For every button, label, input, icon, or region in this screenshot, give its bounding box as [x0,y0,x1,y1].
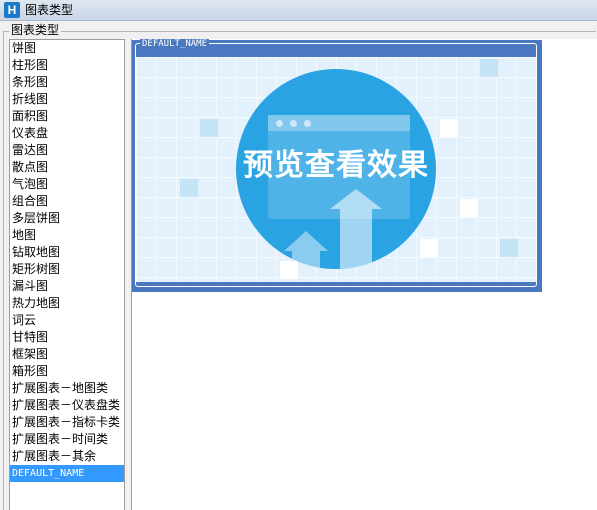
decor-square [440,119,458,137]
preview-image: 预览查看效果 [136,57,536,282]
preview-group-label: DEFAULT_NAME [140,39,210,49]
preview-text: 预览查看效果 [243,148,429,183]
list-item[interactable]: 扩展图表－指标卡类 [10,414,124,431]
list-item[interactable]: 框架图 [10,346,124,363]
list-item[interactable]: 扩展图表－其余 [10,448,124,465]
list-item[interactable]: 甘特图 [10,329,124,346]
list-item[interactable]: 仪表盘 [10,125,124,142]
list-item[interactable]: 热力地图 [10,295,124,312]
list-item[interactable]: 漏斗图 [10,278,124,295]
list-item[interactable]: 扩展图表－时间类 [10,431,124,448]
list-item[interactable]: 面积图 [10,108,124,125]
list-item[interactable]: 饼图 [10,40,124,57]
decor-square [480,59,498,77]
preview-badge: 预览查看效果 [236,69,436,269]
list-item[interactable]: 条形图 [10,74,124,91]
list-item[interactable]: 折线图 [10,91,124,108]
list-item[interactable]: 矩形树图 [10,261,124,278]
list-item[interactable]: 柱形图 [10,57,124,74]
chart-type-list[interactable]: 饼图 柱形图 条形图 折线图 面积图 仪表盘 雷达图 散点图 气泡图 组合图 多… [9,39,125,510]
window-title: 图表类型 [25,3,74,17]
list-item[interactable]: 多层饼图 [10,210,124,227]
list-item[interactable]: 钻取地图 [10,244,124,261]
list-item[interactable]: 箱形图 [10,363,124,380]
list-item-selected[interactable]: DEFAULT_NAME [10,465,124,482]
window-titlebar: H 图表类型 [0,0,597,21]
list-item[interactable]: 气泡图 [10,176,124,193]
list-item[interactable]: 地图 [10,227,124,244]
list-item[interactable]: 组合图 [10,193,124,210]
decor-square [200,119,218,137]
app-logo-icon: H [4,2,20,18]
decor-square [460,199,478,217]
list-item[interactable]: 散点图 [10,159,124,176]
decor-square [500,239,518,257]
list-item[interactable]: 词云 [10,312,124,329]
list-item[interactable]: 扩展图表－仪表盘类 [10,397,124,414]
list-item[interactable]: 雷达图 [10,142,124,159]
group-label: 图表类型 [9,23,62,37]
decor-square [180,179,198,197]
list-item[interactable]: 扩展图表－地图类 [10,380,124,397]
preview-panel[interactable]: DEFAULT_NAME 预览查看效果 [132,39,542,292]
